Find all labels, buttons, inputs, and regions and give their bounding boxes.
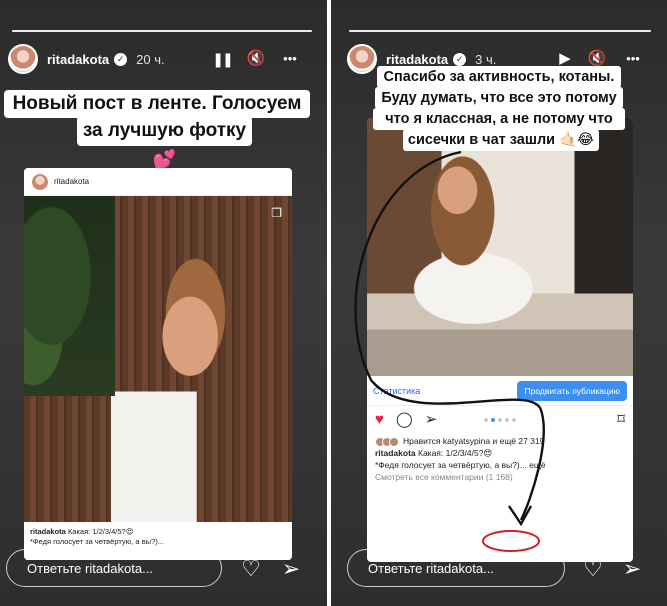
carousel-dot (498, 418, 502, 422)
carousel-dot (505, 418, 509, 422)
reply-input[interactable]: Ответьте ritadakota... (347, 549, 565, 587)
story-caption-line: что я классная, а не потому что (373, 108, 625, 130)
mute-icon[interactable]: 🔇 (244, 48, 268, 70)
post-stats-bar: Статистика Продвигать публикацию (367, 376, 633, 406)
statistics-link[interactable]: Статистика (373, 386, 420, 396)
bookmark-icon[interactable]: ⌑ (617, 412, 625, 428)
carousel-dots (484, 418, 516, 422)
post-caption-block: Нравится katyatsypina и ещё 27 319 ritad… (367, 434, 633, 486)
post-actions: ♥ ◯ ➢ ⌑ (367, 406, 633, 434)
avatar[interactable] (347, 44, 377, 74)
promote-button[interactable]: Продвигать публикацию (517, 380, 627, 401)
plant-leaves (24, 196, 116, 396)
story-username[interactable]: ritadakota (47, 52, 109, 67)
more-icon[interactable]: ••• (621, 48, 645, 70)
story-panel-right: ritadakota ✓ 3 ч. ▶ 🔇 ••• Статистика Про… (331, 0, 667, 606)
story-progress-bar (349, 30, 651, 32)
pause-icon[interactable]: ❚❚ (210, 48, 234, 70)
comment-icon[interactable]: ◯ (396, 412, 413, 428)
avatar[interactable] (8, 44, 38, 74)
send-icon[interactable]: ➢ (278, 557, 304, 581)
post-avatar (32, 173, 48, 190)
reply-input[interactable]: Ответьте ritadakota... (6, 549, 222, 587)
carousel-dot (512, 418, 516, 422)
shared-post-card[interactable]: ritadakota ❐ ritadakota Какая: 1/2/3/4/5… (24, 168, 292, 560)
view-comments-label: Смотреть все комментарии (375, 471, 484, 482)
more-icon[interactable]: ••• (278, 48, 302, 70)
reply-placeholder: Ответьте ritadakota... (368, 560, 494, 576)
progress-segment (349, 30, 651, 32)
story-time: 3 ч. (475, 51, 497, 67)
verified-icon: ✓ (453, 52, 467, 66)
send-icon[interactable]: ➢ (425, 412, 438, 428)
heart-icon[interactable]: ♡ (580, 557, 606, 581)
post-username: ritadakota (54, 177, 90, 186)
reply-placeholder: Ответьте ritadakota... (27, 560, 153, 576)
story-caption-line: Спасибо за активность, котаны. (377, 66, 621, 88)
comments-count: (1 168) (485, 471, 513, 482)
post-header: ritadakota (24, 168, 292, 196)
heart-icon[interactable]: ♡ (238, 557, 264, 581)
story-panel-left: ritadakota ✓ 20 ч. ❚❚ 🔇 ••• Новый пост в… (0, 0, 327, 606)
caption-text: Какая: 1/2/3/4/5?😍 (65, 527, 134, 536)
caption-username: ritadakota (375, 447, 416, 458)
send-icon[interactable]: ➢ (619, 557, 645, 581)
multi-photo-icon: ❐ (271, 206, 282, 220)
liker-avatar (389, 436, 399, 447)
caption-comment: *Федя голосует за четвёртую, а вы?)... е… (375, 459, 546, 470)
likes-row: Нравится katyatsypina и ещё 27 319 (375, 436, 625, 448)
carousel-dot (491, 418, 495, 422)
progress-segment (12, 30, 312, 32)
carousel-dot (484, 418, 488, 422)
shared-post-card[interactable]: Статистика Продвигать публикацию ♥ ◯ ➢ ⌑… (367, 118, 633, 562)
story-time: 20 ч. (136, 51, 165, 67)
caption-text: Какая: 1/2/3/4/5?😍 (415, 447, 493, 458)
story-username[interactable]: ritadakota (386, 52, 448, 67)
likes-text[interactable]: Нравится katyatsypina и ещё 27 319 (403, 436, 544, 448)
story-caption-line: за лучшую фотку💕 (77, 116, 252, 171)
story-caption-line: сисечки в чат зашли 🤙🏻😂 (403, 129, 599, 151)
heart-filled-icon[interactable]: ♥ (375, 412, 384, 428)
post-photo (367, 118, 633, 376)
story-progress-bar (12, 30, 312, 32)
story-header: ritadakota ✓ 20 ч. (8, 44, 165, 74)
caption-username: ritadakota (30, 527, 66, 536)
view-comments-link[interactable]: Смотреть все комментарии (1 168) (375, 472, 625, 484)
caption-comment: *Федя голосует за четвёртую, а вы?)... (30, 537, 164, 547)
verified-icon: ✓ (114, 52, 128, 66)
story-caption-line: Новый пост в ленте. Голосуем (4, 90, 310, 118)
story-caption-line: Буду думать, что все это потому (375, 87, 623, 109)
